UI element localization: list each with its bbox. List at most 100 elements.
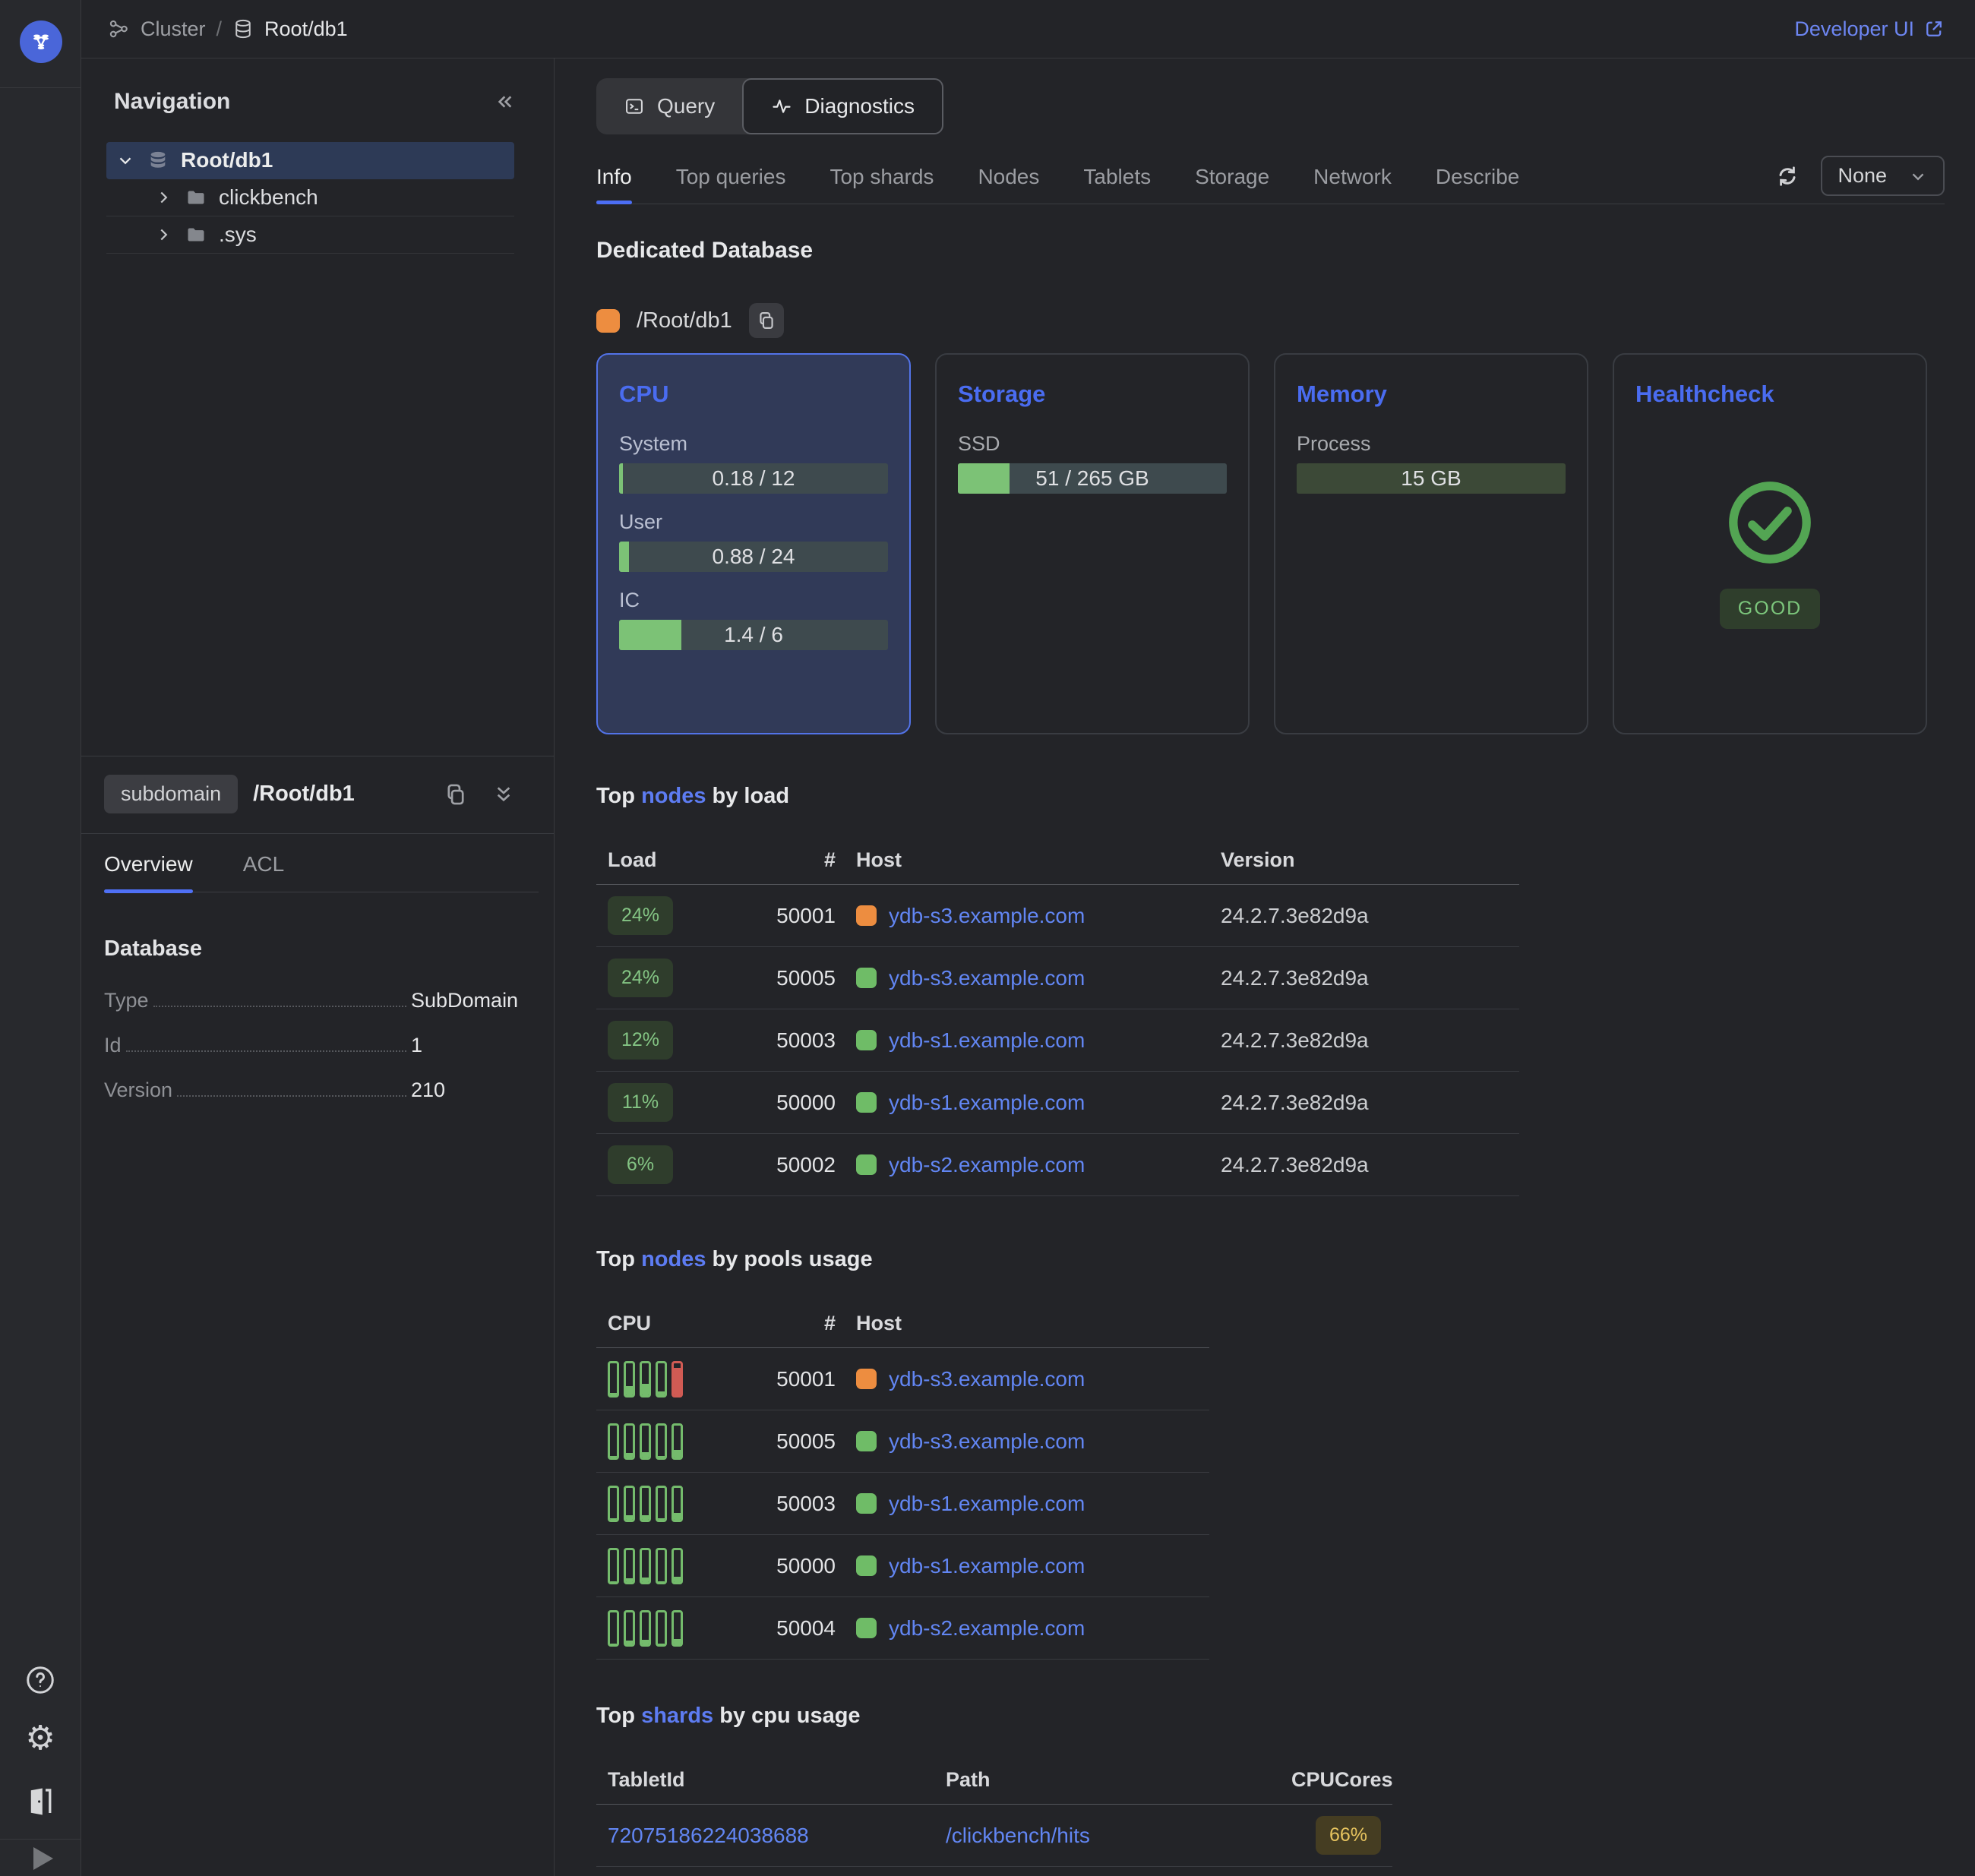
database-icon [147,150,169,171]
breadcrumb-separator: / [216,17,223,41]
node-status-icon [856,1369,877,1389]
cpu-ic-bar: 1.4 / 6 [619,620,888,650]
host-link[interactable]: ydb-s3.example.com [889,966,1085,990]
autorefresh-value: None [1838,164,1887,188]
tab-acl[interactable]: ACL [243,852,284,892]
collapse-panel-icon[interactable] [493,90,517,114]
summary-tabs: Overview ACL [104,852,539,892]
node-status-icon [856,1431,877,1451]
shard-path-link[interactable]: /clickbench/hits [946,1824,1090,1847]
diagnostics-view-button[interactable]: Diagnostics [742,78,943,134]
diagnostics-view-label: Diagnostics [804,94,915,118]
node-status-icon [856,905,877,926]
host-link[interactable]: ydb-s1.example.com [889,1028,1085,1053]
table-row: 11% 50000 ydb-s1.example.com 24.2.7.3e82… [596,1072,1519,1134]
folder-icon [185,187,207,208]
expand-rail-icon[interactable] [27,1840,53,1876]
entity-status-icon [596,309,620,333]
tab-network[interactable]: Network [1313,165,1392,204]
tab-describe[interactable]: Describe [1436,165,1519,204]
top-shards-by-cpu-title: Top shards by cpu usage [596,1704,1945,1729]
external-link-icon [1923,18,1945,39]
tab-overview[interactable]: Overview [104,852,193,892]
tree-item-label: clickbench [219,185,318,210]
tree-item-sys[interactable]: .sys [106,216,514,254]
host-link[interactable]: ydb-s3.example.com [889,1429,1085,1454]
chevron-down-icon[interactable] [115,150,135,170]
tab-storage[interactable]: Storage [1195,165,1269,204]
developer-ui-link[interactable]: Developer UI [1794,17,1945,41]
navigation-tree: Root/db1 clickbench .sys [81,142,554,254]
ydb-logo-icon[interactable] [20,21,62,63]
table-row: 24% 50005 ydb-s3.example.com 24.2.7.3e82… [596,947,1519,1009]
rail-bottom-actions: ⚙ [0,1664,81,1876]
help-icon[interactable] [24,1664,56,1696]
tree-item-label: Root/db1 [181,148,273,172]
tab-top-queries[interactable]: Top queries [676,165,786,204]
metric-label: System [619,432,888,456]
tab-tablets[interactable]: Tablets [1083,165,1151,204]
node-status-icon [856,1618,877,1638]
breadcrumb-current: Root/db1 [264,17,348,41]
cpu-card[interactable]: CPU System 0.18 / 12 User 0.88 / 24 IC 1… [596,353,911,734]
memory-card[interactable]: Memory Process 15 GB [1274,353,1588,734]
healthcheck-card[interactable]: Healthcheck GOOD [1613,353,1927,734]
table-header: CPU # Host [596,1304,1209,1348]
tree-item-root-db1[interactable]: Root/db1 [106,142,514,179]
table-header: Load # Host Version [596,841,1519,885]
field-type: Type SubDomain [104,989,539,1012]
table-row: 50003 ydb-s1.example.com [596,1473,1209,1535]
host-link[interactable]: ydb-s3.example.com [889,904,1085,928]
chevron-right-icon[interactable] [153,225,173,245]
breadcrumb: Cluster / Root/db1 [107,17,348,41]
top-shards-table: TabletId Path CPUCores 72075186224038688… [596,1761,1945,1867]
storage-ssd-bar: 51 / 265 GB [958,463,1227,494]
cluster-icon [107,17,130,40]
host-link[interactable]: ydb-s1.example.com [889,1554,1085,1578]
nodes-link[interactable]: nodes [641,1247,706,1271]
healthcheck-status-badge: GOOD [1720,589,1820,629]
load-badge: 6% [608,1145,673,1184]
table-row: 50005 ydb-s3.example.com [596,1410,1209,1473]
node-status-icon [856,1555,877,1576]
shards-link[interactable]: shards [641,1704,713,1728]
tree-item-clickbench[interactable]: clickbench [106,179,514,216]
host-link[interactable]: ydb-s1.example.com [889,1091,1085,1115]
logout-door-icon[interactable] [24,1786,56,1818]
field-id: Id 1 [104,1034,539,1057]
tab-top-shards[interactable]: Top shards [830,165,934,204]
host-link[interactable]: ydb-s2.example.com [889,1616,1085,1641]
chevron-right-icon[interactable] [153,188,173,207]
copy-button[interactable] [749,303,784,338]
tablet-id-link[interactable]: 72075186224038688 [608,1824,809,1847]
nodes-link[interactable]: nodes [641,784,706,808]
entity-type-chip: subdomain [104,775,238,813]
host-link[interactable]: ydb-s2.example.com [889,1153,1085,1177]
autorefresh-select[interactable]: None [1821,156,1945,196]
query-view-button[interactable]: Query [596,78,742,134]
entity-path: /Root/db1 [637,308,732,333]
node-status-icon [856,1493,877,1514]
tab-nodes[interactable]: Nodes [978,165,1039,204]
metric-label: Process [1297,432,1566,456]
tab-info[interactable]: Info [596,165,632,204]
breadcrumb-cluster[interactable]: Cluster [141,17,206,41]
double-chevron-down-icon[interactable] [491,782,516,807]
storage-card[interactable]: Storage SSD 51 / 265 GB [935,353,1250,734]
cpu-user-bar: 0.88 / 24 [619,542,888,572]
metric-label: User [619,510,888,534]
query-view-label: Query [657,94,715,118]
healthcheck-card-title: Healthcheck [1635,381,1904,408]
entity-row: /Root/db1 [596,303,1945,338]
copy-icon[interactable] [443,782,469,807]
entity-path: /Root/db1 [253,782,355,807]
host-link[interactable]: ydb-s3.example.com [889,1367,1085,1391]
host-link[interactable]: ydb-s1.example.com [889,1492,1085,1516]
top-nodes-by-load-table: Load # Host Version 24% 50001 ydb-s3.exa… [596,841,1945,1196]
field-version: Version 210 [104,1079,539,1102]
pool-usage-gauge [608,1361,752,1398]
settings-gear-icon[interactable]: ⚙ [25,1722,55,1755]
database-section-title: Database [104,936,539,962]
refresh-icon[interactable] [1774,163,1801,190]
table-row: 24% 50001 ydb-s3.example.com 24.2.7.3e82… [596,885,1519,947]
